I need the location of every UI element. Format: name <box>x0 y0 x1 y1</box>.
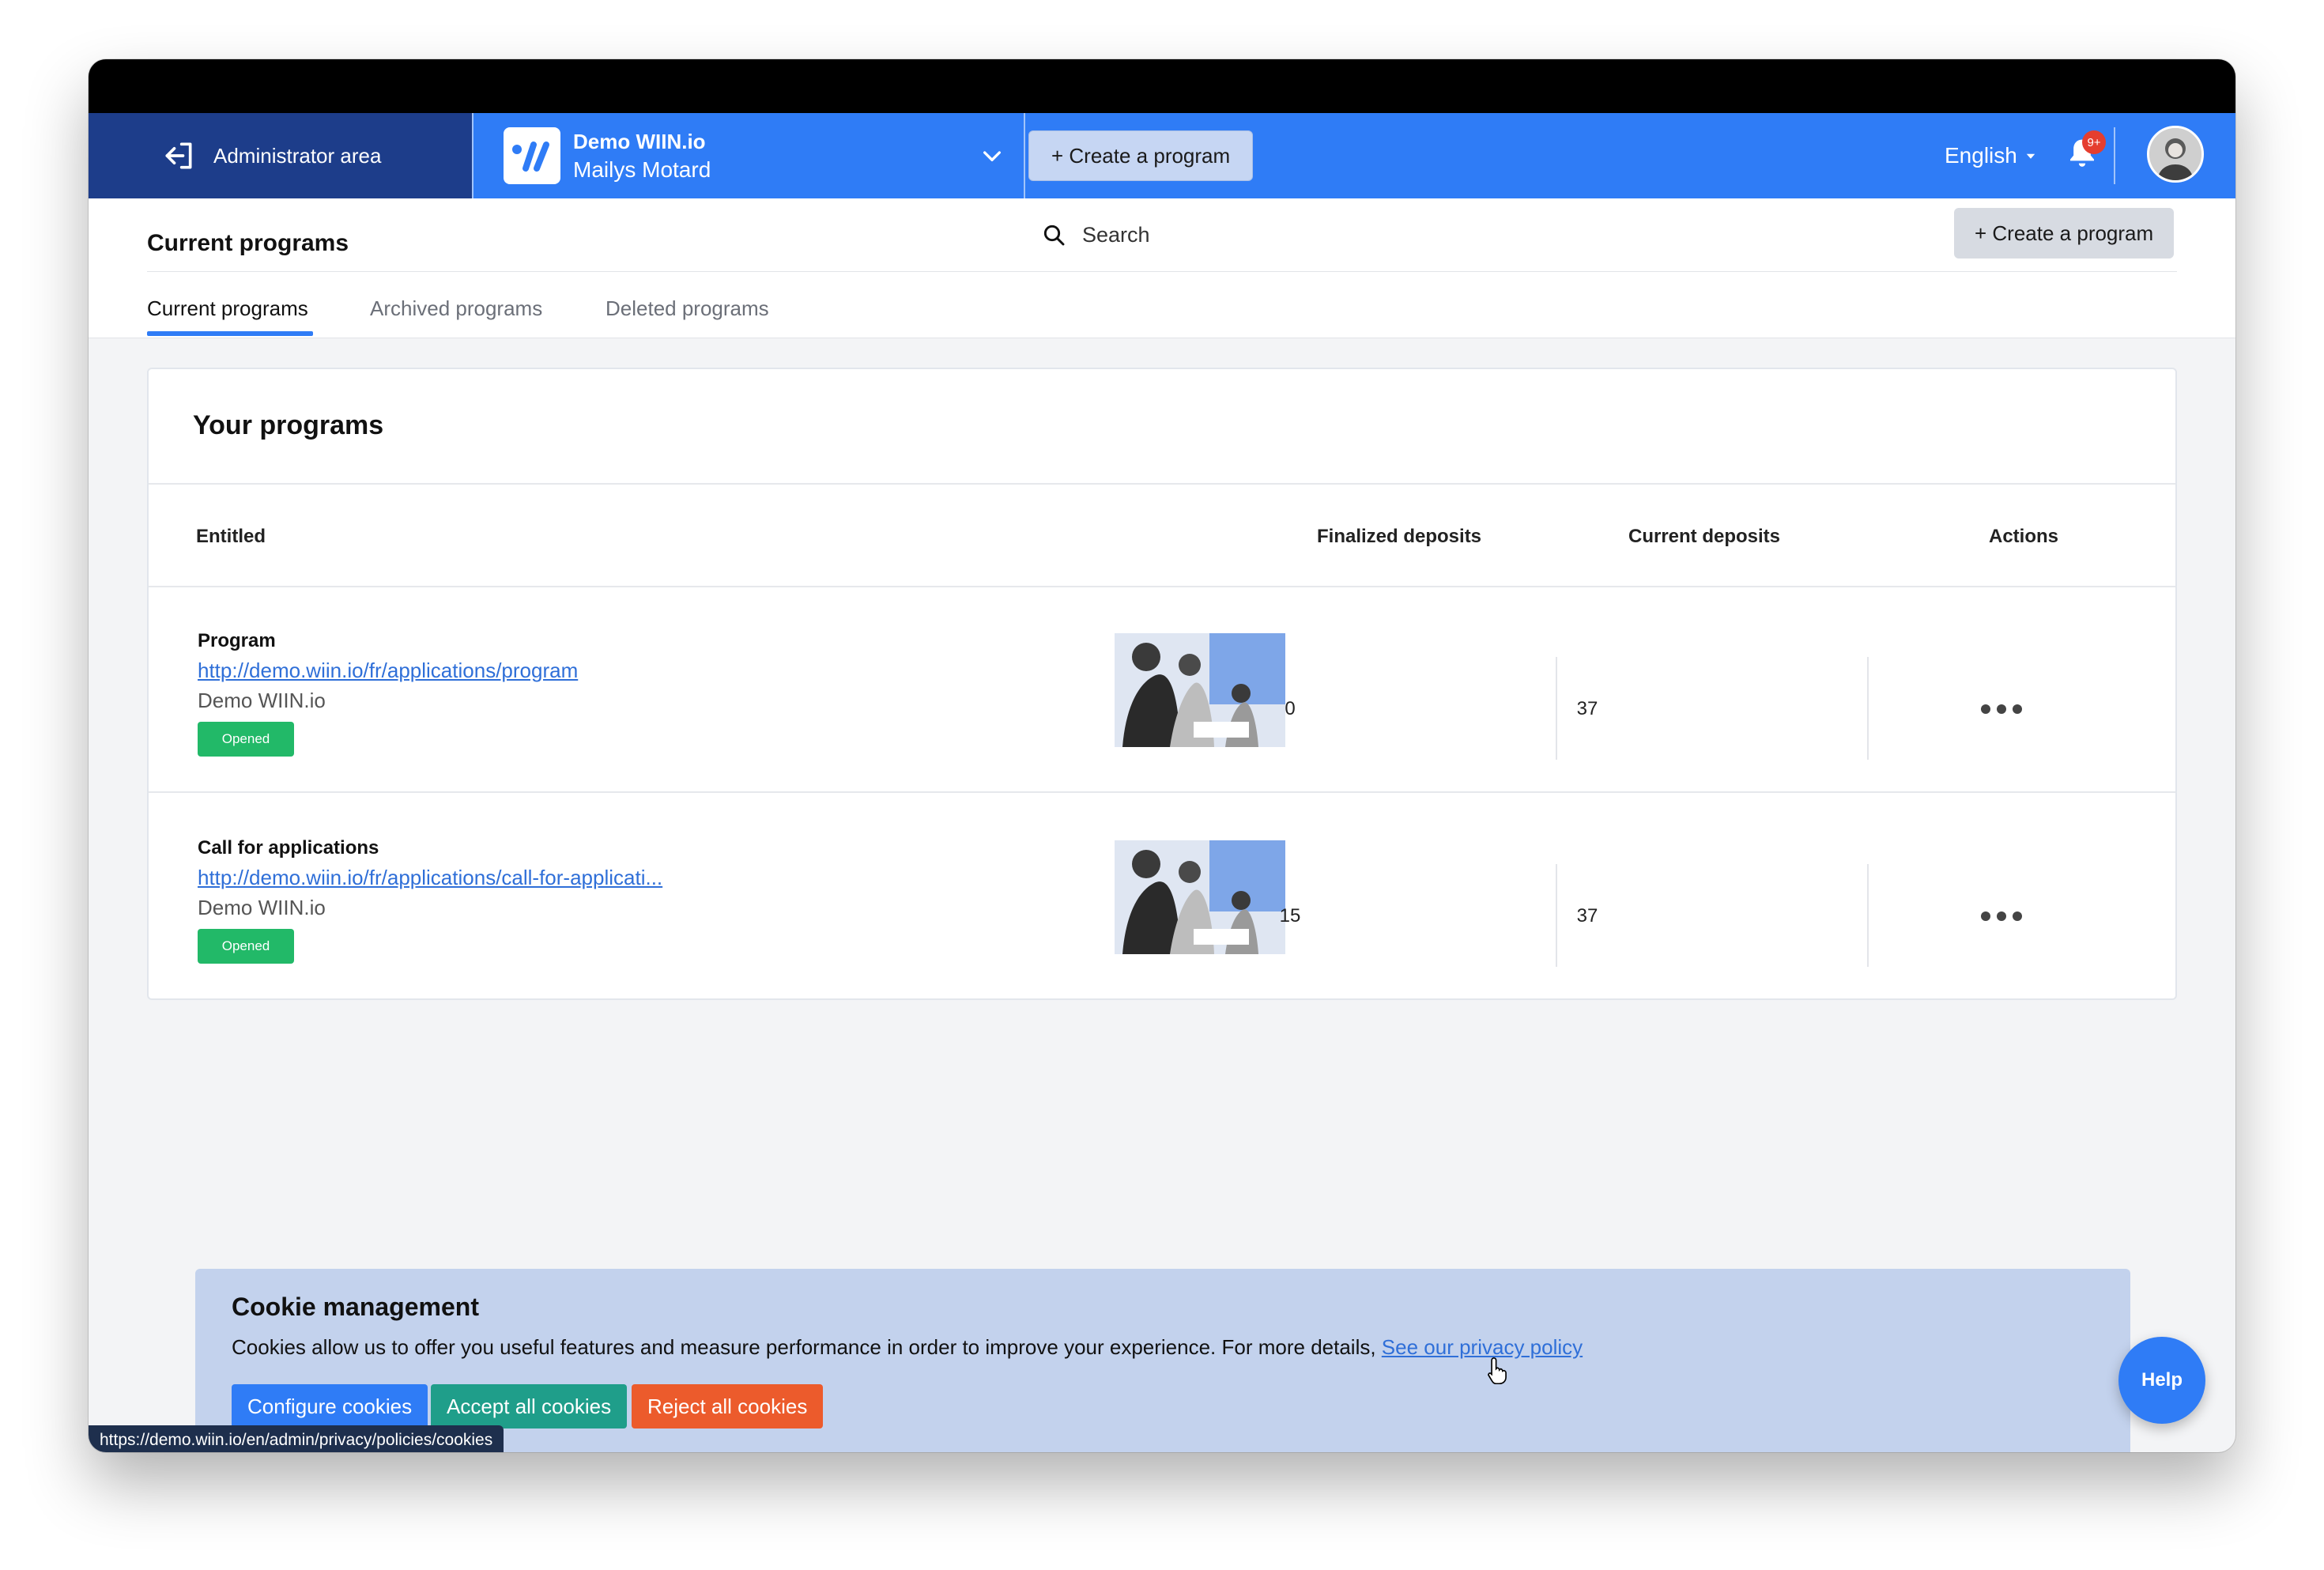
column-header-finalized-deposits: Finalized deposits <box>1317 526 1482 547</box>
create-program-button[interactable]: + Create a program <box>1954 208 2175 259</box>
search-placeholder: Search <box>1082 222 1150 247</box>
organization-switcher[interactable]: Demo WIIN.io Mailys Motard <box>472 113 1025 198</box>
configure-cookies-button[interactable]: Configure cookies <box>232 1384 428 1428</box>
current-deposits-count: 37 <box>1576 698 1598 719</box>
tab-archived-programs[interactable]: Archived programs <box>370 296 542 321</box>
column-header-actions: Actions <box>1989 526 2059 547</box>
browser-window: Administrator area Demo WIIN.io Mailys M… <box>89 59 2235 1452</box>
cookie-banner-text: Cookies allow us to offer you useful fea… <box>232 1335 1583 1360</box>
exit-arrow-icon <box>165 142 192 169</box>
wiin-logo-icon <box>512 142 549 172</box>
organization-name: Demo WIIN.io <box>573 129 706 153</box>
reject-all-cookies-button[interactable]: Reject all cookies <box>632 1384 824 1428</box>
search-field[interactable]: Search <box>1041 222 1150 247</box>
tab-current-programs[interactable]: Current programs <box>147 296 308 321</box>
column-header-entitled: Entitled <box>196 526 266 547</box>
navbar-divider <box>2114 127 2115 184</box>
status-badge: Opened <box>198 929 294 964</box>
programs-panel: Your programs Entitled Finalized deposit… <box>147 368 2177 1000</box>
page-title: Current programs <box>147 230 349 256</box>
window-titlebar <box>89 59 2235 113</box>
administrator-area-link[interactable]: Administrator area <box>89 113 472 198</box>
current-user-name: Mailys Motard <box>573 157 711 182</box>
more-actions-icon[interactable] <box>1978 908 2025 924</box>
caret-down-icon <box>2026 153 2035 159</box>
top-navbar: Administrator area Demo WIIN.io Mailys M… <box>89 113 2235 198</box>
navbar-create-program-button[interactable]: + Create a program <box>1028 130 1254 181</box>
program-thumbnail-image <box>1115 633 1285 747</box>
program-title: Program <box>198 630 276 651</box>
search-icon <box>1043 225 1065 246</box>
user-avatar[interactable] <box>2147 126 2204 183</box>
link-status-bar: https://demo.wiin.io/en/admin/privacy/po… <box>89 1425 504 1452</box>
organization-text: Demo WIIN.io Mailys Motard <box>573 130 711 183</box>
row-divider <box>149 791 2175 793</box>
notification-count-badge: 9+ <box>2082 130 2106 154</box>
program-organization: Demo WIIN.io <box>198 896 326 919</box>
program-link[interactable]: http://demo.wiin.io/fr/applications/prog… <box>198 659 578 683</box>
accept-all-cookies-button[interactable]: Accept all cookies <box>431 1384 628 1428</box>
program-title: Call for applications <box>198 837 379 859</box>
program-thumbnail <box>1115 633 1285 747</box>
table-header-divider <box>149 586 2175 587</box>
user-avatar-image <box>2149 128 2201 180</box>
active-tab-indicator <box>147 331 313 336</box>
programs-panel-title: Your programs <box>193 410 384 440</box>
language-label: English <box>1945 143 2017 168</box>
hand-pointer-cursor-icon <box>1488 1357 1507 1384</box>
program-thumbnail-image <box>1115 840 1285 954</box>
cookie-banner-message: Cookies allow us to offer you useful fea… <box>232 1335 1382 1359</box>
panel-divider <box>149 483 2175 485</box>
column-separator <box>1867 657 1869 760</box>
program-thumbnail <box>1115 840 1285 954</box>
status-badge: Opened <box>198 722 294 757</box>
tab-deleted-programs[interactable]: Deleted programs <box>606 296 769 321</box>
column-separator <box>1867 864 1869 967</box>
wiin-logo <box>504 127 560 184</box>
program-organization: Demo WIIN.io <box>198 689 326 712</box>
privacy-policy-link[interactable]: See our privacy policy <box>1382 1335 1583 1359</box>
program-link[interactable]: http://demo.wiin.io/fr/applications/call… <box>198 866 662 890</box>
finalized-deposits-count: 15 <box>1279 905 1301 927</box>
language-selector[interactable]: English <box>1945 143 2038 168</box>
column-header-current-deposits: Current deposits <box>1628 526 1781 547</box>
page-header: Current programs Search + Create a progr… <box>89 198 2235 338</box>
finalized-deposits-count: 0 <box>1285 698 1296 719</box>
more-actions-icon[interactable] <box>1978 701 2025 717</box>
help-button[interactable]: Help <box>2118 1337 2205 1424</box>
administrator-area-label: Administrator area <box>213 143 382 168</box>
header-divider <box>147 271 2177 272</box>
cookie-banner-title: Cookie management <box>232 1293 479 1321</box>
current-deposits-count: 37 <box>1576 905 1598 927</box>
chevron-down-icon[interactable] <box>979 143 1005 168</box>
